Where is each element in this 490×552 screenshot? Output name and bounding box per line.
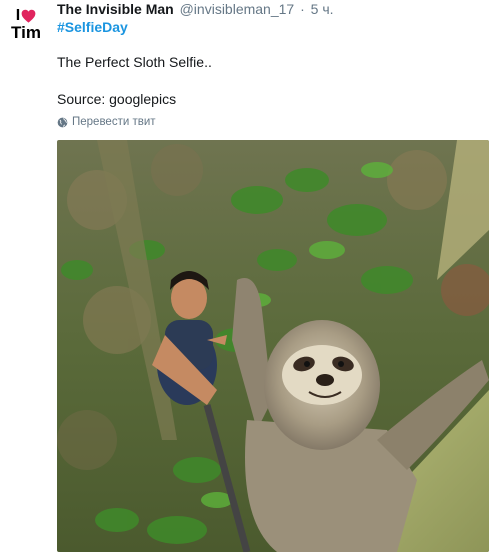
tweet[interactable]: I Tim The Invisible Man @invisibleman_17… [0, 0, 490, 552]
timestamp[interactable]: 5 ч. [311, 1, 334, 17]
heart-icon [21, 9, 36, 23]
translate-label: Перевести твит [72, 116, 156, 128]
avatar-logo-line: I [16, 8, 36, 24]
avatar[interactable]: I Tim [6, 6, 46, 46]
author-handle[interactable]: @invisibleman_17 [180, 1, 295, 17]
sloth-selfie-image [57, 140, 489, 552]
translate-tweet-link[interactable]: Перевести твит [57, 115, 156, 129]
tweet-text-line-1: The Perfect Sloth Selfie.. [57, 54, 212, 70]
tweet-photo[interactable] [57, 140, 489, 552]
author-name[interactable]: The Invisible Man [57, 1, 174, 17]
globe-icon [57, 117, 68, 127]
avatar-name: Tim [11, 23, 41, 42]
hashtag-link[interactable]: #SelfieDay [57, 18, 128, 36]
tweet-header: The Invisible Man @invisibleman_17 · 5 ч… [57, 0, 334, 18]
tweet-text-line-2: Source: googlepics [57, 91, 177, 107]
avatar-letter: I [15, 7, 21, 24]
separator: · [300, 1, 305, 17]
